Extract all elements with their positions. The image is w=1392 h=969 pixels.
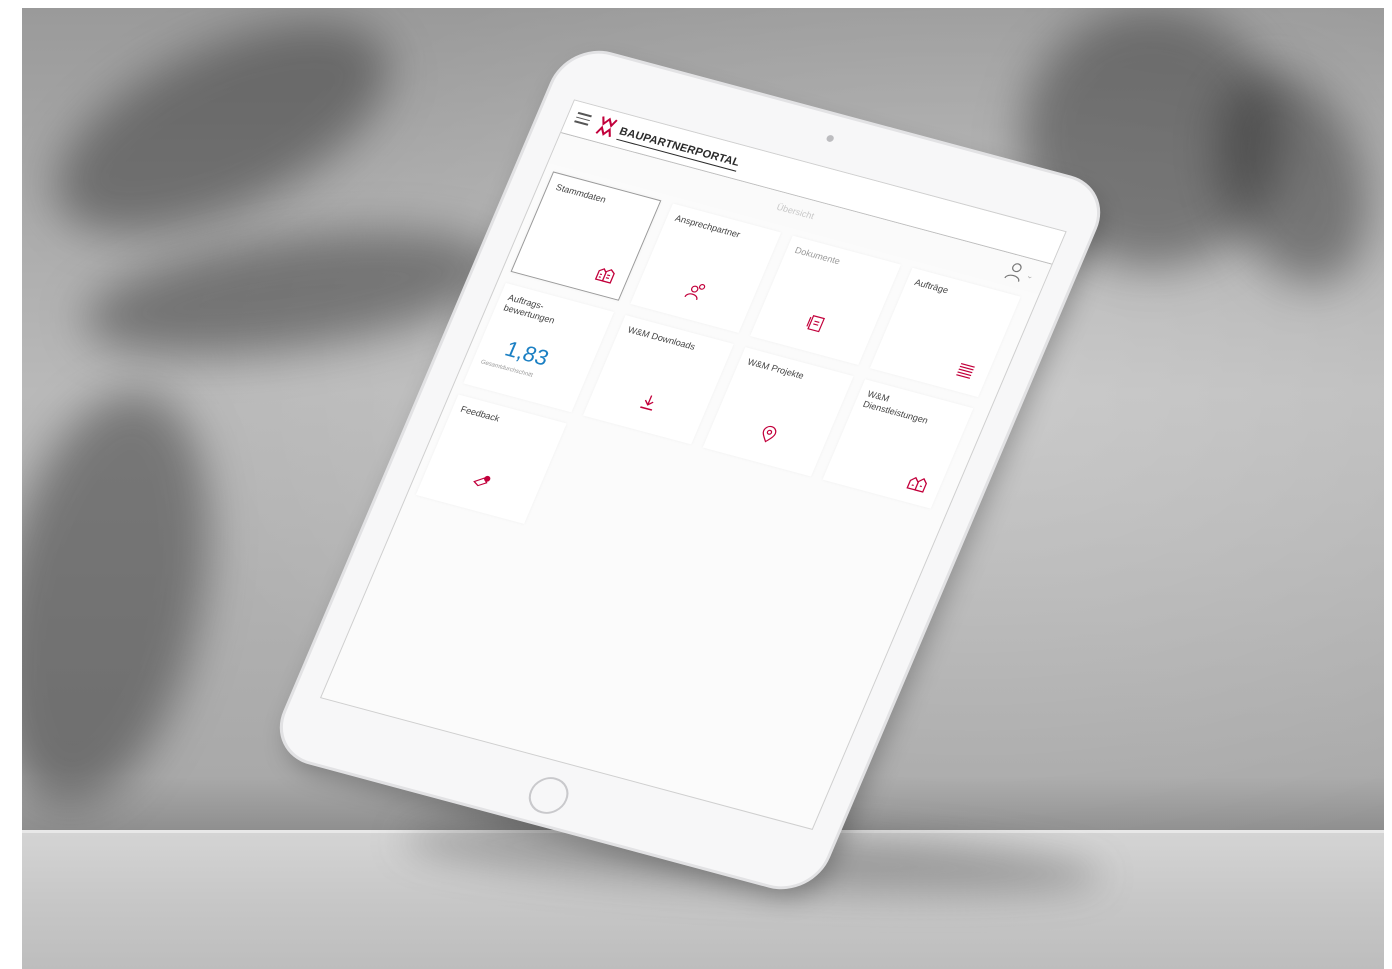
- leaf-shadow: [22, 371, 244, 825]
- tile-label: Feedback: [459, 404, 502, 424]
- wm-logo-icon: [595, 116, 618, 138]
- tile-label: W&M Downloads: [626, 324, 697, 352]
- list-icon: [956, 362, 975, 379]
- download-icon: [640, 395, 654, 411]
- documents-icon: [806, 315, 826, 333]
- chevron-down-icon[interactable]: ⌄: [1025, 271, 1035, 281]
- tile-auftraege[interactable]: Aufträge: [869, 267, 1021, 398]
- hamburger-menu-icon[interactable]: [574, 111, 592, 126]
- tile-label: Auftrags- bewertungen: [502, 292, 557, 326]
- camera-dot: [825, 134, 835, 143]
- tile-wm-dienstleistungen[interactable]: W&M Dienstleistungen: [822, 379, 974, 509]
- tile-label: W&M Projekte: [746, 356, 806, 381]
- contacts-icon: [684, 283, 706, 301]
- tile-label: Stammdaten: [554, 182, 608, 205]
- page-title: Übersicht: [775, 201, 816, 222]
- user-icon[interactable]: [1003, 260, 1028, 283]
- tile-label: W&M Dienstleistungen: [861, 388, 930, 426]
- buildings-icon: [594, 268, 615, 284]
- feedback-icon: [473, 475, 491, 487]
- location-pin-icon: [762, 425, 777, 443]
- tile-feedback[interactable]: Feedback: [415, 394, 567, 524]
- houses-icon: [906, 476, 928, 493]
- home-button: [522, 772, 575, 819]
